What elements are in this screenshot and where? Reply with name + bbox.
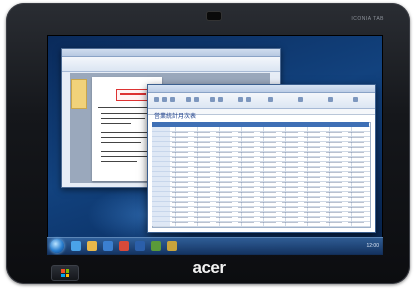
word-titlebar[interactable]	[62, 49, 280, 57]
excel-window[interactable]: 営業統計月次表	[147, 84, 376, 233]
ribbon-tool-icon[interactable]	[268, 97, 273, 102]
front-camera	[207, 12, 221, 20]
text-line	[101, 142, 141, 143]
ribbon-tool-icon[interactable]	[154, 97, 159, 102]
screen: 営業統計月次表 12:00	[47, 35, 383, 255]
text-line	[101, 156, 147, 157]
excel-taskbar-icon[interactable]	[151, 241, 161, 251]
ribbon-tool-icon[interactable]	[298, 97, 303, 102]
grid-header-row	[152, 122, 369, 127]
media-icon[interactable]	[103, 241, 113, 251]
taskbar: 12:00	[47, 237, 383, 255]
ribbon-tool-icon[interactable]	[194, 97, 199, 102]
text-line	[101, 113, 151, 114]
model-label: ICONIA TAB	[351, 16, 384, 22]
ribbon-tool-icon[interactable]	[218, 97, 223, 102]
ribbon-tool-icon[interactable]	[162, 97, 167, 102]
ribbon-tool-icon[interactable]	[238, 97, 243, 102]
taskbar-clock[interactable]: 12:00	[366, 243, 379, 249]
word-ribbon[interactable]	[62, 57, 280, 72]
app-icon[interactable]	[167, 241, 177, 251]
text-line	[98, 107, 154, 108]
word-side-panel[interactable]	[71, 79, 87, 109]
app-icon[interactable]	[119, 241, 129, 251]
ribbon-tool-icon[interactable]	[353, 97, 358, 102]
text-line	[101, 137, 151, 138]
sheet-title: 営業統計月次表	[154, 114, 197, 120]
page-heading-text	[120, 93, 146, 95]
text-line	[101, 151, 153, 152]
word-taskbar-icon[interactable]	[135, 241, 145, 251]
ribbon-tool-icon[interactable]	[328, 97, 333, 102]
text-line	[101, 118, 145, 119]
text-line	[101, 161, 137, 162]
ribbon-tool-icon[interactable]	[210, 97, 215, 102]
ribbon-tool-icon[interactable]	[186, 97, 191, 102]
grid-row-labels	[152, 127, 170, 226]
excel-ribbon[interactable]	[148, 93, 375, 109]
ie-icon[interactable]	[71, 241, 81, 251]
text-line	[101, 123, 131, 124]
start-icon[interactable]	[50, 239, 64, 253]
excel-titlebar[interactable]	[148, 85, 375, 93]
text-line	[101, 132, 153, 133]
folder-icon[interactable]	[87, 241, 97, 251]
ribbon-tool-icon[interactable]	[170, 97, 175, 102]
ribbon-tool-icon[interactable]	[246, 97, 251, 102]
brand-logo: acer	[192, 258, 226, 277]
grid-cell-values	[172, 128, 368, 225]
tablet-device: ICONIA TAB 営業統計月次表 12:00	[6, 3, 410, 284]
